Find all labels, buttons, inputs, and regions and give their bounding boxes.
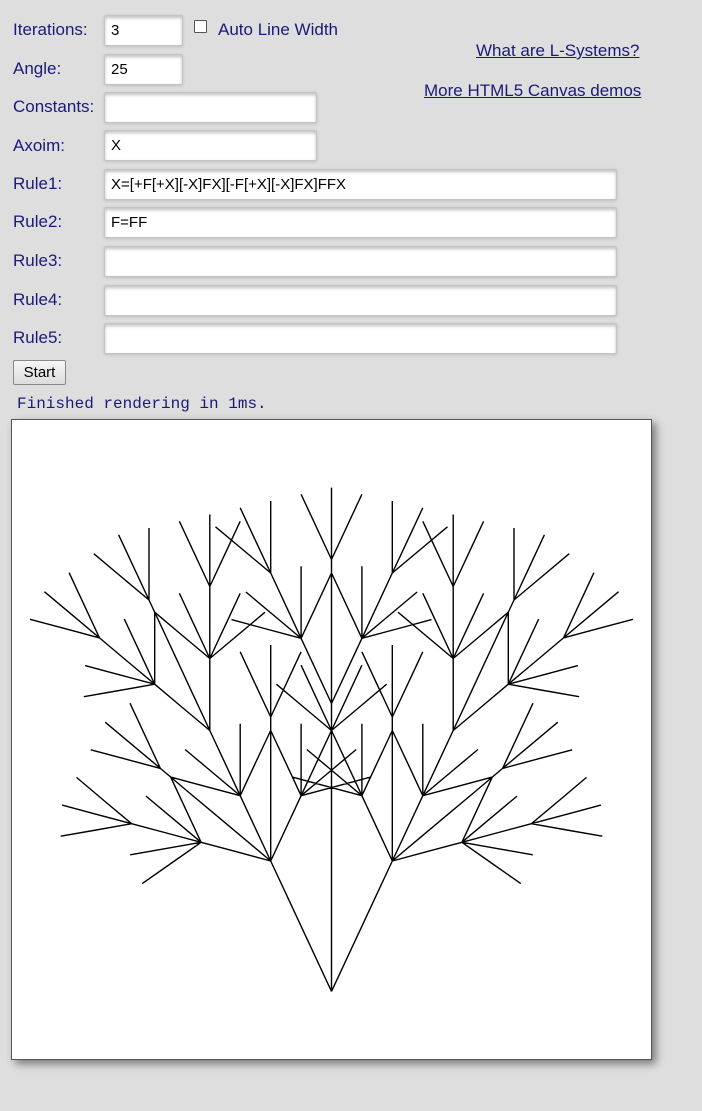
rule1-label: Rule1: bbox=[13, 174, 63, 193]
axiom-label: Axoim: bbox=[13, 136, 65, 155]
rule4-input[interactable] bbox=[104, 285, 617, 316]
rule5-label: Rule5: bbox=[13, 328, 63, 347]
more-demos-link[interactable]: More HTML5 Canvas demos bbox=[424, 81, 641, 101]
auto-line-width-checkbox[interactable] bbox=[194, 20, 207, 33]
rule5-input[interactable] bbox=[104, 323, 617, 354]
lsystem-drawing bbox=[29, 487, 634, 992]
rule4-label: Rule4: bbox=[13, 290, 63, 309]
lsystem-path bbox=[29, 487, 634, 992]
axiom-input[interactable] bbox=[104, 130, 317, 161]
angle-label: Angle: bbox=[13, 59, 62, 78]
constants-input[interactable] bbox=[104, 92, 317, 123]
rule2-label: Rule2: bbox=[13, 212, 63, 231]
rule3-label: Rule3: bbox=[13, 251, 63, 270]
render-canvas bbox=[11, 419, 652, 1060]
rule3-input[interactable] bbox=[104, 246, 617, 277]
constants-label: Constants: bbox=[13, 97, 95, 116]
rule1-input[interactable] bbox=[104, 169, 617, 200]
status-text: Finished rendering in 1ms. bbox=[17, 395, 267, 413]
rule2-input[interactable] bbox=[104, 207, 617, 238]
iterations-label: Iterations: bbox=[13, 20, 88, 39]
angle-input[interactable] bbox=[104, 54, 183, 85]
what-are-lsystems-link[interactable]: What are L-Systems? bbox=[476, 41, 639, 61]
iterations-input[interactable] bbox=[104, 15, 183, 46]
auto-line-width-label[interactable]: Auto Line Width bbox=[218, 20, 338, 40]
start-button[interactable]: Start bbox=[13, 360, 66, 385]
